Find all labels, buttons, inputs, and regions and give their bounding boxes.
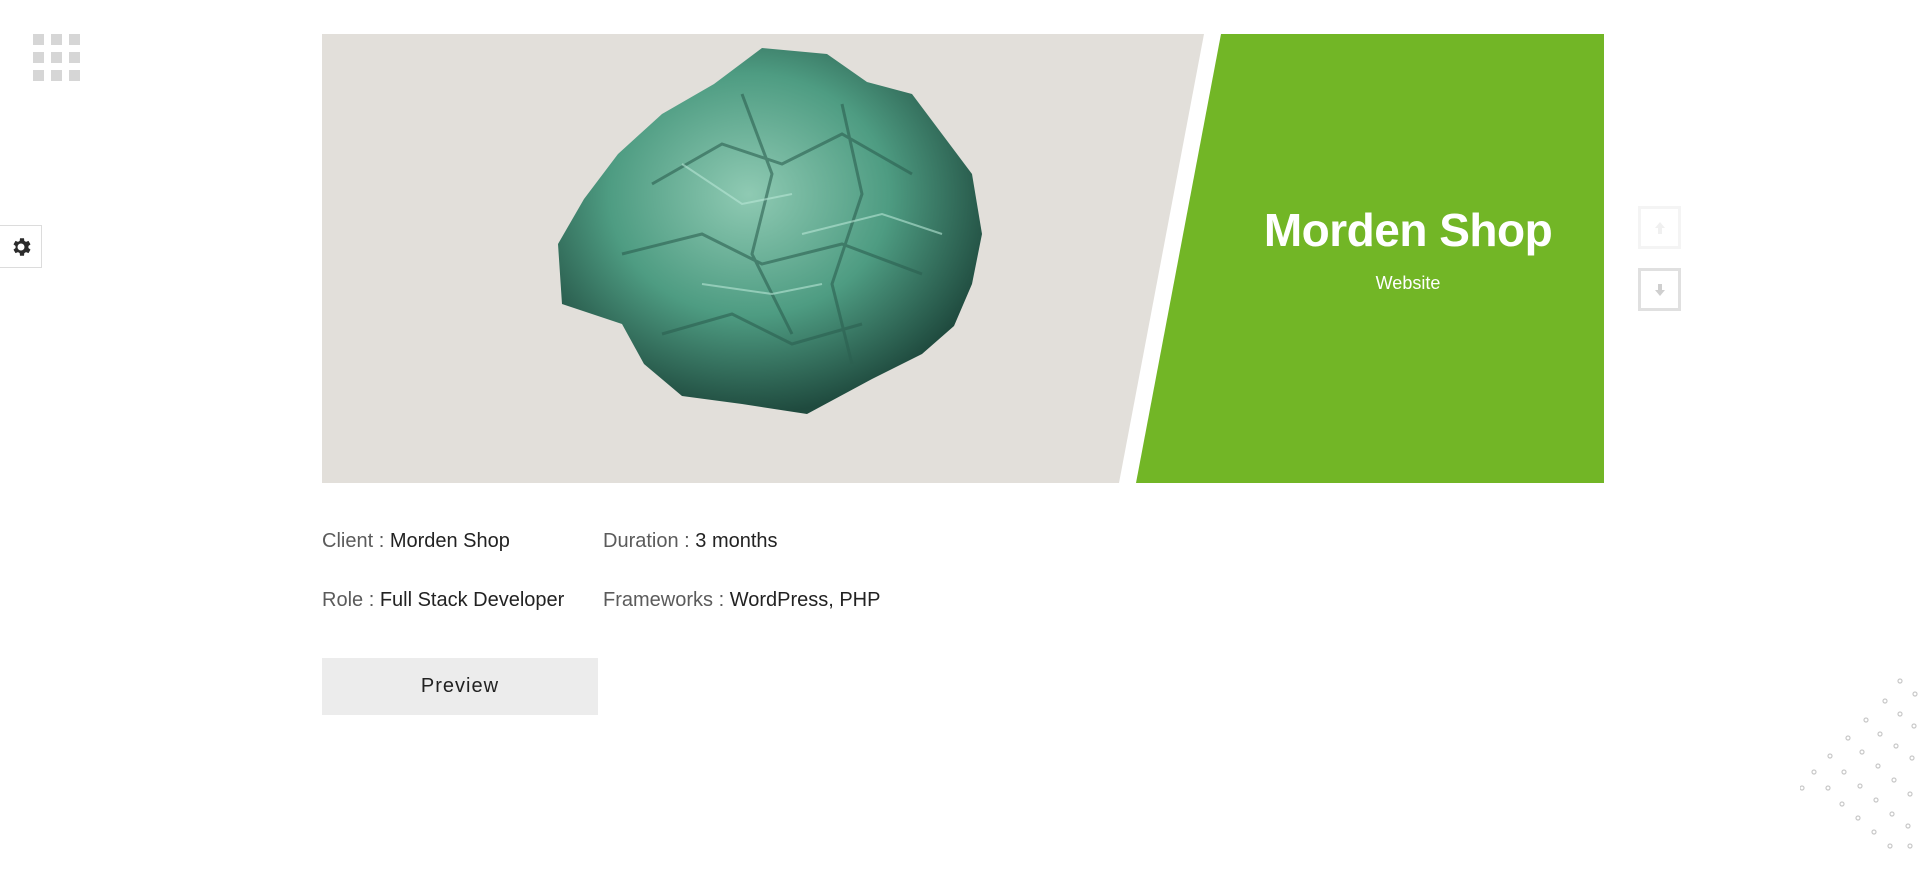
arrow-down-icon — [1654, 283, 1665, 296]
settings-button[interactable] — [0, 225, 42, 268]
frameworks-value: WordPress, PHP — [729, 589, 881, 611]
arrow-up-icon — [1654, 221, 1665, 234]
previous-project-button[interactable] — [1638, 206, 1681, 249]
role-label: Role : — [322, 589, 375, 611]
frameworks-detail: Frameworks : WordPress, PHP — [603, 589, 880, 612]
duration-value: 3 months — [695, 530, 778, 552]
project-category: Website — [1375, 272, 1441, 293]
client-detail: Client : Morden Shop — [322, 530, 510, 553]
hero-text: Morden Shop Website — [1212, 204, 1604, 294]
decorative-dots — [1800, 678, 1918, 849]
portfolio-detail-page: Morden Shop Website Client : Morden Shop… — [0, 0, 1920, 871]
role-value: Full Stack Developer — [379, 589, 565, 611]
duration-detail: Duration : 3 months — [603, 530, 778, 553]
project-hero: Morden Shop Website — [322, 34, 1604, 483]
role-detail: Role : Full Stack Developer — [322, 589, 564, 612]
preview-button[interactable]: Preview — [322, 658, 598, 715]
grid-menu-icon[interactable] — [33, 34, 80, 81]
frameworks-label: Frameworks : — [603, 589, 725, 611]
project-title: Morden Shop — [1263, 204, 1553, 256]
client-value: Morden Shop — [389, 530, 510, 552]
next-project-button[interactable] — [1638, 268, 1681, 311]
duration-label: Duration : — [603, 530, 690, 552]
client-label: Client : — [322, 530, 385, 552]
gear-icon — [13, 237, 30, 256]
